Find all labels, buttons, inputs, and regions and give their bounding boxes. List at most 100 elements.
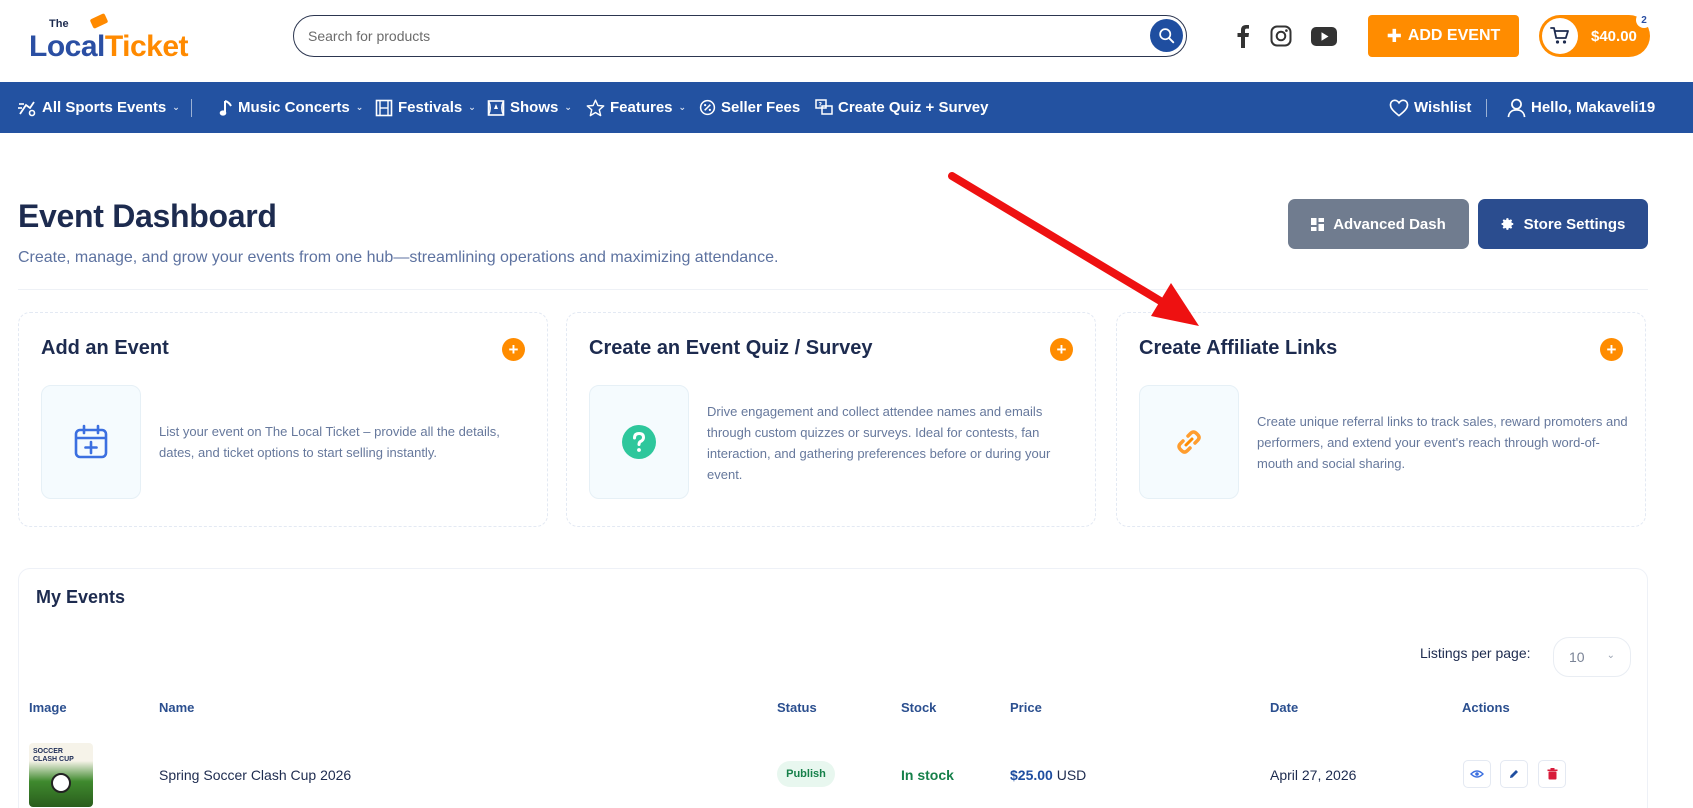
view-event-button[interactable] (1463, 760, 1491, 788)
page-subtitle: Create, manage, and grow your events fro… (18, 249, 779, 266)
page-title: Event Dashboard (18, 198, 277, 234)
price-currency: USD (1056, 767, 1087, 783)
soccer-ball-icon (51, 773, 71, 793)
thumbnail-title: SOCCER CLASH CUP (33, 748, 74, 763)
listings-per-page-select[interactable]: 10 ⌄ (1553, 637, 1631, 677)
card-icon-box (41, 385, 141, 499)
card-icon-box (589, 385, 689, 499)
create-quiz-plus-button[interactable]: + (1050, 338, 1073, 361)
sports-icon (18, 101, 36, 116)
card-description: Create unique referral links to track sa… (1257, 414, 1628, 471)
event-date: April 27, 2026 (1270, 767, 1357, 783)
search-button[interactable] (1150, 19, 1183, 52)
status-badge: Publish (777, 761, 835, 787)
nav-item-seller-fees[interactable]: Seller Fees (699, 82, 800, 133)
nav-label: Shows (510, 99, 559, 116)
create-affiliate-plus-button[interactable]: + (1600, 338, 1623, 361)
search-input[interactable] (308, 25, 1128, 47)
nav-item-create-quiz-survey[interactable]: ? Create Quiz + Survey (815, 82, 988, 133)
my-events-title: My Events (36, 587, 126, 607)
event-thumbnail[interactable]: SOCCER CLASH CUP (29, 743, 93, 807)
ticket-tag-icon (89, 13, 109, 29)
user-account-link[interactable]: Hello, Makaveli19 (1507, 82, 1655, 133)
card-title: Create an Event Quiz / Survey (589, 337, 873, 359)
column-header-image[interactable]: Image (29, 700, 67, 715)
nav-label: All Sports Events (42, 99, 167, 116)
star-icon (586, 98, 605, 116)
column-header-name[interactable]: Name (159, 700, 194, 715)
add-event-plus-button[interactable]: + (502, 338, 525, 361)
delete-event-button[interactable] (1538, 760, 1566, 788)
music-note-icon (219, 99, 232, 116)
edit-event-button[interactable] (1500, 760, 1528, 788)
calendar-plus-icon (74, 424, 108, 459)
main-nav: All Sports Events ⌄ Music Concerts ⌄ Fes… (0, 82, 1693, 133)
logo-ticket: Ticket (104, 30, 189, 63)
eye-icon (1470, 770, 1484, 778)
advanced-dash-button[interactable]: Advanced Dash (1288, 199, 1469, 249)
search-icon (1159, 28, 1175, 44)
chevron-down-icon: ⌄ (468, 102, 476, 112)
column-header-actions: Actions (1462, 700, 1510, 715)
nav-label: Create Quiz + Survey (838, 99, 989, 116)
column-header-stock[interactable]: Stock (901, 700, 936, 715)
advanced-dash-label: Advanced Dash (1333, 215, 1446, 233)
cart-amount: $40.00 (1591, 27, 1637, 45)
user-icon (1507, 98, 1526, 117)
top-header: The LocalTicket ✚ ADD EVENT $40.00 2 (0, 0, 1693, 82)
facebook-link[interactable] (1229, 22, 1257, 50)
quiz-icon: ? (815, 99, 833, 115)
nav-item-festivals[interactable]: Festivals ⌄ (375, 82, 476, 133)
search-bar (293, 15, 1187, 57)
chevron-down-icon: ⌄ (355, 102, 364, 112)
nav-label: Music Concerts (238, 99, 350, 116)
site-logo[interactable]: The LocalTicket (29, 13, 229, 64)
instagram-icon (1270, 25, 1292, 47)
dashboard-grid-icon (1311, 217, 1325, 231)
event-name[interactable]: Spring Soccer Clash Cup 2026 (159, 767, 351, 783)
wishlist-link[interactable]: Wishlist (1389, 82, 1471, 133)
card-title: Add an Event (41, 337, 169, 359)
plus-icon: ✚ (1386, 25, 1402, 46)
chevron-down-icon: ⌄ (678, 102, 687, 112)
chevron-down-icon: ⌄ (564, 102, 572, 112)
instagram-link[interactable] (1267, 22, 1295, 50)
price-amount: $25.00 (1010, 767, 1053, 783)
add-event-label: ADD EVENT (1407, 27, 1501, 44)
cart-count-badge: 2 (1636, 12, 1652, 28)
nav-item-features[interactable]: Features ⌄ (586, 82, 686, 133)
card-add-event[interactable]: Add an Event + List your event on The Lo… (18, 312, 548, 527)
svg-text:?: ? (819, 102, 823, 109)
heart-icon (1389, 99, 1409, 117)
divider (18, 289, 1648, 290)
facebook-icon (1237, 25, 1249, 48)
youtube-link[interactable] (1310, 22, 1338, 50)
column-header-date[interactable]: Date (1270, 700, 1298, 715)
link-icon (1177, 430, 1201, 454)
nav-label: Festivals (398, 99, 463, 116)
card-description: Drive engagement and collect attendee na… (707, 404, 1051, 482)
listings-per-page-value: 10 (1569, 649, 1585, 665)
logo-local: Local (29, 30, 105, 63)
chevron-down-icon: ⌄ (172, 102, 180, 112)
badge-icon (699, 99, 716, 116)
question-icon (622, 425, 656, 459)
nav-item-shows[interactable]: Shows ⌄ (487, 82, 572, 133)
card-create-quiz-survey[interactable]: Create an Event Quiz / Survey + Drive en… (566, 312, 1096, 527)
nav-item-music-concerts[interactable]: Music Concerts ⌄ (219, 82, 363, 133)
card-title: Create Affiliate Links (1139, 337, 1338, 359)
store-settings-button[interactable]: Store Settings (1478, 199, 1648, 249)
card-create-affiliate-links[interactable]: Create Affiliate Links + Create unique r… (1116, 312, 1646, 527)
theater-icon (487, 99, 505, 116)
event-price: $25.00 USD (1010, 767, 1086, 783)
column-header-status[interactable]: Status (777, 700, 817, 715)
nav-item-all-sports-events[interactable]: All Sports Events ⌄ (17, 82, 180, 133)
card-icon-box (1139, 385, 1239, 499)
nav-divider (191, 99, 192, 117)
column-header-price[interactable]: Price (1010, 700, 1042, 715)
film-icon (375, 99, 393, 116)
add-event-button[interactable]: ✚ ADD EVENT (1368, 15, 1519, 57)
youtube-icon (1311, 26, 1337, 46)
cart-button[interactable]: $40.00 (1539, 15, 1650, 57)
cart-icon (1550, 27, 1569, 44)
